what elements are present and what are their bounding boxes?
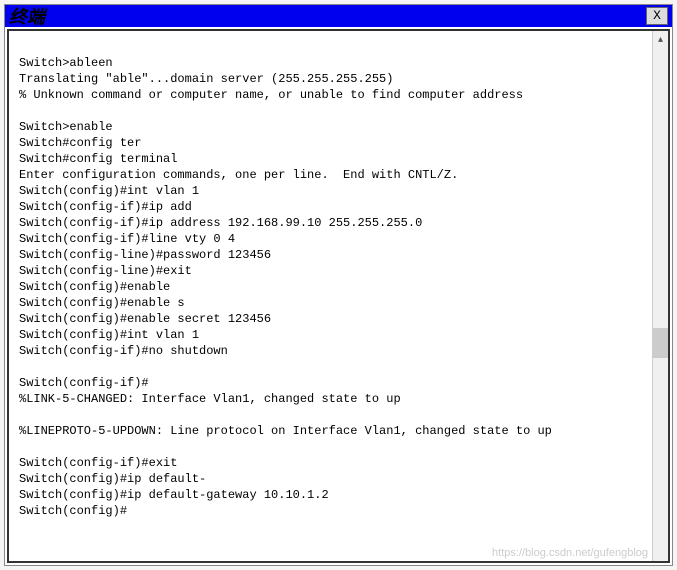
terminal-body: Switch>ableen Translating "able"...domai…	[7, 29, 670, 563]
scroll-thumb[interactable]	[653, 328, 668, 358]
scrollbar[interactable]: ▴	[652, 31, 668, 561]
window-title: 终端	[9, 3, 45, 29]
close-button[interactable]: X	[646, 7, 668, 25]
scroll-up-icon[interactable]: ▴	[653, 31, 668, 47]
terminal-output[interactable]: Switch>ableen Translating "able"...domai…	[9, 31, 652, 561]
titlebar: 终端 X	[5, 5, 672, 27]
terminal-window: 终端 X Switch>ableen Translating "able"...…	[4, 4, 673, 566]
